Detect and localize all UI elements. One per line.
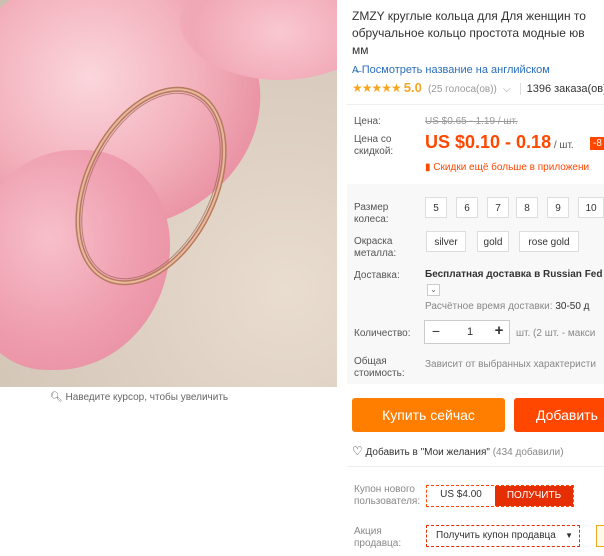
delivery-time-value: 30-50 д bbox=[552, 301, 590, 312]
shipping-label: Доставка: bbox=[354, 270, 400, 281]
product-title: ZMZY круглые кольца для Для женщин то об… bbox=[352, 8, 604, 59]
seller-promo-label: Акция продавца: bbox=[354, 526, 402, 549]
seller-coupon-select-text[interactable]: Получить купон продавца bbox=[436, 530, 556, 541]
magnifier-icon: 🔍︎ bbox=[50, 392, 63, 403]
size-option[interactable]: 9 bbox=[547, 197, 569, 218]
get-coupon-button[interactable]: ПОЛУЧИТЬ bbox=[495, 486, 573, 506]
title-line: ZMZY круглые кольца для Для женщин то bbox=[352, 9, 586, 23]
price-label: Цена: bbox=[354, 116, 381, 127]
shipping-method: Бесплатная доставка в Russian Fed bbox=[425, 269, 603, 280]
rating-score: 5.0 bbox=[403, 80, 422, 95]
votes-link[interactable]: (25 голоса(ов)) bbox=[428, 84, 497, 95]
total-label: Общая стоимость: bbox=[354, 356, 405, 379]
wishlist-text[interactable]: Добавить в "Мои желания" bbox=[366, 447, 490, 458]
original-price: US $0.65 - 1.19 / шт. bbox=[425, 116, 518, 127]
title-line: мм bbox=[352, 43, 369, 57]
translate-link[interactable]: A̶ Посмотреть название на английском bbox=[352, 64, 550, 76]
size-option[interactable]: 6 bbox=[456, 197, 478, 218]
wishlist-count: (434 добавили) bbox=[492, 447, 564, 458]
heart-icon: ♡ bbox=[352, 444, 363, 458]
chevron-down-icon[interactable]: ⌵ bbox=[503, 84, 511, 95]
quantity-input[interactable]: 1 bbox=[455, 326, 485, 338]
color-option-silver[interactable]: silver bbox=[426, 231, 466, 252]
caret-down-icon: ▼ bbox=[565, 531, 573, 540]
translate-link-text[interactable]: Посмотреть название на английском bbox=[362, 64, 550, 76]
quantity-increase-button[interactable]: + bbox=[491, 322, 507, 339]
title-line: обручальное кольцо простота модные юв bbox=[352, 26, 585, 40]
app-promo-link[interactable]: ▮ Скидки ещё больше в приложени bbox=[425, 162, 589, 173]
size-option[interactable]: 8 bbox=[516, 197, 538, 218]
ring-illustration bbox=[75, 86, 227, 286]
discount-price-value: US $0.10 - 0.18 bbox=[425, 132, 552, 152]
quantity-decrease-button[interactable]: − bbox=[428, 323, 444, 339]
quantity-label: Количество: bbox=[354, 328, 411, 339]
color-option-gold[interactable]: gold bbox=[477, 231, 509, 252]
zoom-hint-text: Наведите курсор, чтобы увеличить bbox=[65, 392, 229, 403]
divider bbox=[347, 104, 604, 105]
size-option[interactable]: 10 bbox=[578, 197, 604, 218]
coupon-value: US $4.00 bbox=[440, 489, 482, 500]
seller-coupon-select[interactable]: Получить купон продавца ▼ bbox=[426, 525, 580, 547]
shipping-text: Бесплатная доставка в Russian Fed bbox=[425, 269, 602, 280]
color-option-rose-gold[interactable]: rose gold bbox=[519, 231, 579, 252]
wishlist-link[interactable]: ♡ Добавить в "Мои желания" (434 добавили… bbox=[352, 444, 564, 458]
star-rating-icon: ★★★★★ bbox=[352, 81, 402, 95]
translate-icon: A̶ bbox=[352, 65, 359, 76]
discount-badge: -8 bbox=[590, 137, 604, 150]
product-image[interactable] bbox=[0, 0, 337, 387]
divider bbox=[347, 466, 604, 467]
size-option[interactable]: 7 bbox=[487, 197, 509, 218]
buy-now-button[interactable]: Купить сейчас bbox=[352, 398, 505, 432]
color-label: Окраска металла: bbox=[354, 236, 397, 259]
chevron-down-icon[interactable]: ⌄ bbox=[427, 284, 440, 296]
delivery-time: Расчётное время доставки: 30-50 д bbox=[425, 301, 590, 312]
promo-tag[interactable] bbox=[596, 525, 604, 547]
new-user-coupon-label: Купон нового пользователя: bbox=[354, 484, 421, 507]
phone-icon: ▮ bbox=[425, 162, 431, 173]
discount-price: US $0.10 - 0.18 / шт. bbox=[425, 132, 574, 153]
rating-row: ★★★★★ 5.0 (25 голоса(ов)) ⌵ 1396 заказа(о… bbox=[352, 80, 604, 95]
size-label: Размер колеса: bbox=[354, 202, 389, 225]
discount-price-label: Цена со скидкой: bbox=[354, 134, 394, 157]
delivery-time-label: Расчётное время доставки: bbox=[425, 301, 553, 312]
price-unit: / шт. bbox=[551, 140, 574, 151]
total-value: Зависит от выбранных характеристи bbox=[425, 359, 596, 370]
size-option[interactable]: 5 bbox=[425, 197, 447, 218]
quantity-note: шт. (2 шт. - макси bbox=[516, 328, 596, 339]
zoom-hint: 🔍︎ Наведите курсор, чтобы увеличить bbox=[50, 392, 228, 403]
app-promo-text[interactable]: Скидки ещё больше в приложени bbox=[433, 162, 589, 173]
orders-count: 1396 заказа(ов) bbox=[519, 83, 604, 95]
add-to-cart-button[interactable]: Добавить bbox=[514, 398, 604, 432]
